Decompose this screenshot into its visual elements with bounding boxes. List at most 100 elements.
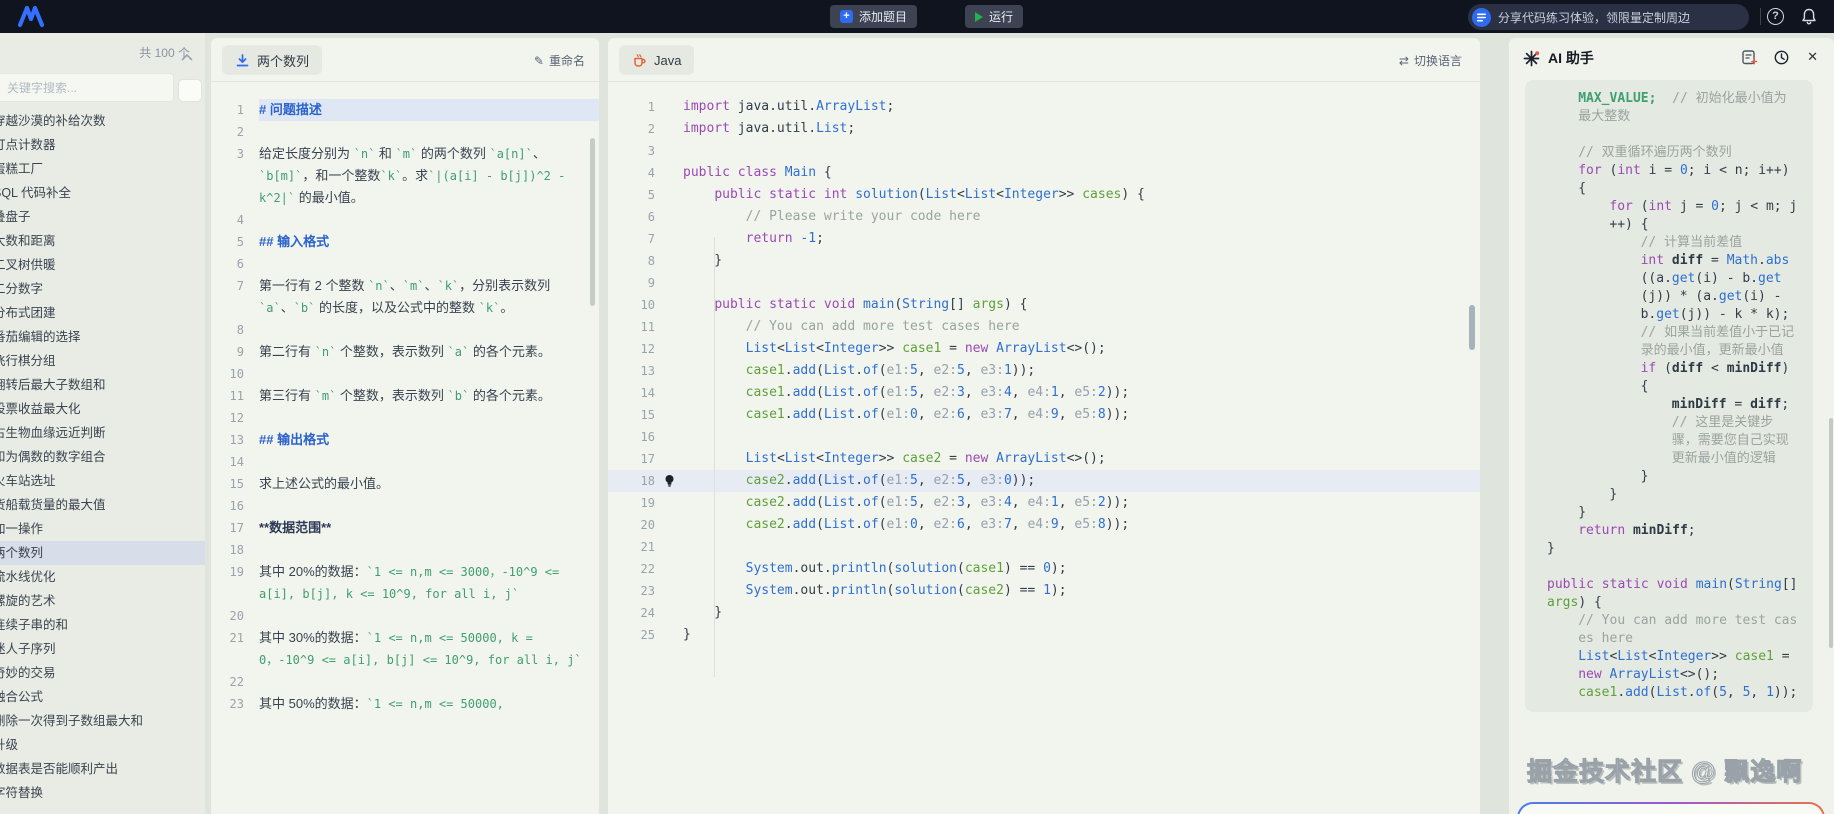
code-token: List <box>925 187 957 202</box>
tab-java[interactable]: Java <box>619 45 695 75</box>
code-token: ( <box>1711 685 1720 700</box>
sidebar-mini-button[interactable] <box>178 79 202 102</box>
sidebar-item[interactable]: 大数和距离 <box>0 229 205 253</box>
sidebar-item[interactable]: 货船载货量的最大值 <box>0 493 205 517</box>
sidebar-item[interactable]: 数据表是否能顺利产出 <box>0 757 205 781</box>
promo-banner[interactable]: 分享代码练习体验，领限量定制周边 <box>1468 4 1749 30</box>
md-line: 19 其中 20%的数据：`1 <= n,m <= 3000，-10^9 <= a… <box>211 561 599 605</box>
close-icon[interactable]: ✕ <box>1807 49 1818 65</box>
chevron-up-icon[interactable] <box>181 53 193 61</box>
description-scrollbar[interactable] <box>590 138 595 306</box>
sidebar-item[interactable]: 打点计数器 <box>0 133 205 157</box>
history-clock-icon[interactable] <box>1773 49 1790 66</box>
md-line-text: # 问题描述 <box>259 99 599 121</box>
code-token: ; <box>816 231 824 246</box>
sidebar-item[interactable]: 穿越沙漠的补给次数 <box>0 109 205 133</box>
problem-description-editor[interactable]: 1 # 问题描述 2 3 给定长度分别为 `n` 和 `m` 的两个数列 `a[n]`、… <box>211 91 599 814</box>
code-token: List <box>745 451 777 466</box>
sidebar-item[interactable]: 叠盘子 <box>0 205 205 229</box>
lightbulb-icon[interactable] <box>655 470 683 492</box>
code-token: `1 <= n,m <= 50000, <box>366 697 504 711</box>
sidebar-item[interactable]: SQL 代码补全 <box>0 181 205 205</box>
new-chat-icon[interactable] <box>1741 49 1758 66</box>
ai-code-line: // 计算当前差值 <box>1547 234 1799 252</box>
sidebar-item[interactable]: 加一操作 <box>0 517 205 541</box>
editor-scrollbar[interactable] <box>1469 305 1475 350</box>
code-token: . <box>855 473 864 488</box>
tab-problem[interactable]: 两个数列 <box>222 45 323 75</box>
sidebar-item[interactable]: 迷人子序列 <box>0 637 205 661</box>
md-line: 23 其中 50%的数据：`1 <= n,m <= 50000, <box>211 693 599 715</box>
sidebar-item[interactable]: 翻转后最大子数组和 <box>0 373 205 397</box>
code-token: List <box>784 451 817 466</box>
code-editor[interactable]: 1 import java.util.ArrayList; 2 import java… <box>608 91 1480 814</box>
code-token: e1: <box>886 517 911 532</box>
code-token: main <box>863 297 895 312</box>
code-token: **数据范围** <box>259 520 332 535</box>
sidebar-item[interactable]: 删除一次得到子数组最大和 <box>0 709 205 733</box>
line-number: 21 <box>229 631 244 645</box>
switch-language-button[interactable]: ⇄ 切换语言 <box>1399 52 1462 69</box>
code-token: 8 <box>1097 517 1106 532</box>
code-token: )); <box>1105 385 1130 400</box>
sidebar-item[interactable]: 和为偶数的数字组合 <box>0 445 205 469</box>
code-token: println <box>831 561 887 576</box>
code-token: main <box>1695 577 1728 592</box>
code-token: < <box>816 451 824 466</box>
rename-button[interactable]: ✎ 重命名 <box>534 52 585 69</box>
code-token: . <box>855 407 864 422</box>
code-token: String <box>902 297 950 312</box>
md-line-text <box>259 363 599 385</box>
code-token: e3: <box>980 473 1004 488</box>
code-token: case1 <box>1578 685 1618 700</box>
sidebar-item[interactable]: 流水线优化 <box>0 565 205 589</box>
ai-scrollbar[interactable] <box>1829 418 1833 648</box>
add-problem-button[interactable]: + 添加题目 <box>830 5 918 28</box>
gutter-slot <box>655 426 683 448</box>
sidebar-item[interactable]: 融合公式 <box>0 685 205 709</box>
marscode-logo-icon[interactable] <box>16 4 46 28</box>
sidebar-item[interactable]: 螺旋的艺术 <box>0 589 205 613</box>
ai-code-line: // 双重循环遍历两个数列 <box>1547 144 1799 162</box>
code-token: } <box>683 605 723 620</box>
code-line-text: System.out.println(solution(case1) == 0)… <box>683 558 1067 580</box>
sidebar-item[interactable]: 二分数字 <box>0 277 205 301</box>
code-token: `k` <box>437 279 460 293</box>
line-number: 10 <box>640 298 655 312</box>
code-token: 0 <box>1711 199 1719 214</box>
search-input[interactable] <box>0 73 174 102</box>
sidebar-item[interactable]: 蛋糕工厂 <box>0 157 205 181</box>
code-line-text: import java.util.ArrayList; <box>683 96 894 118</box>
sidebar-item[interactable]: 升级 <box>0 733 205 757</box>
sidebar-item[interactable]: 古生物血缘远近判断 <box>0 421 205 445</box>
code-line-text: public static void main(String[] args) { <box>683 294 1027 316</box>
sidebar-item[interactable]: 字符替换 <box>0 781 205 805</box>
tab-java-label: Java <box>654 52 682 68</box>
sidebar-item[interactable]: 两个数列 <box>0 541 205 565</box>
code-token: // 计算当前差值 <box>1640 235 1743 250</box>
sidebar-item[interactable]: 番茄编辑的选择 <box>0 325 205 349</box>
code-line-text: case1.add(List.of(e1:5, e2:3, e3:4, e4:1… <box>683 382 1130 404</box>
help-icon[interactable]: ? <box>1767 8 1784 25</box>
code-token: . <box>784 495 793 510</box>
sidebar-item[interactable]: 二叉树供暖 <box>0 253 205 277</box>
sidebar-item[interactable]: 飞行棋分组 <box>0 349 205 373</box>
code-token: System <box>745 583 793 598</box>
sidebar-item[interactable]: 连续子串的和 <box>0 613 205 637</box>
sidebar-item[interactable]: 股票收益最大化 <box>0 397 205 421</box>
code-line-text: List<List<Integer>> case1 = new ArrayLis… <box>683 338 1106 360</box>
sidebar-item[interactable]: 奇妙的交易 <box>0 661 205 685</box>
code-token: 个整数，表示数列 <box>336 344 448 359</box>
run-button[interactable]: 运行 <box>965 5 1024 28</box>
line-number: 23 <box>229 697 244 711</box>
sidebar-item[interactable]: 分布式团建 <box>0 301 205 325</box>
code-token: >> <box>1058 187 1083 202</box>
code-token: 第二行有 <box>259 344 315 359</box>
code-token: 5 <box>910 385 918 400</box>
code-token: diff <box>1750 397 1782 412</box>
ai-chat-input[interactable] <box>1517 802 1825 814</box>
sidebar-item[interactable]: 火车站选址 <box>0 469 205 493</box>
notification-bell-icon[interactable] <box>1800 7 1818 26</box>
